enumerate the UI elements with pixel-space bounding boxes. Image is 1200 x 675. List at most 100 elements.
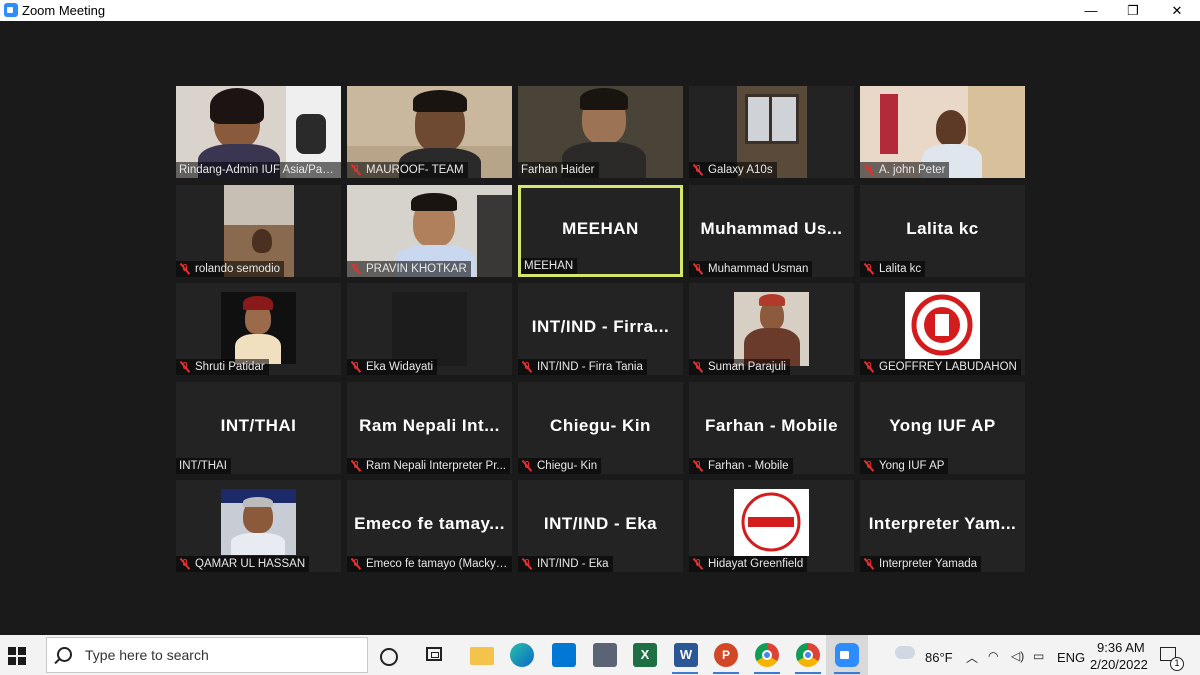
participant-tile[interactable]: Muhammad Us... Muhammad Usman — [689, 184, 854, 277]
muted-mic-icon — [692, 164, 704, 176]
chrome-profile-icon[interactable] — [796, 643, 820, 667]
video-feed — [392, 292, 467, 366]
weather-temperature[interactable]: 86°F — [925, 650, 953, 665]
search-icon — [57, 647, 72, 662]
participant-name-label: rolando semodio — [176, 260, 285, 277]
participant-tile[interactable]: GEOFFREY LABUDAHON — [860, 283, 1025, 375]
word-icon[interactable]: W — [674, 643, 698, 667]
participant-tile[interactable]: MAUROOF- TEAM — [347, 86, 512, 178]
participant-tile[interactable]: Farhan Haider — [518, 86, 683, 178]
participant-name-label: Hidayat Greenfield — [689, 556, 808, 572]
volume-icon[interactable]: ◁) — [1011, 649, 1024, 663]
participant-display-name: INT/IND - Eka — [543, 514, 658, 533]
participant-name-label: Farhan - Mobile — [689, 457, 793, 474]
participant-name-label: Interpreter Yamada — [860, 556, 982, 572]
participant-tile[interactable]: A. john Peter — [860, 86, 1025, 178]
window-title: Zoom Meeting — [22, 3, 106, 18]
muted-mic-icon — [179, 263, 191, 275]
excel-icon[interactable]: X — [633, 643, 657, 667]
participant-name-label: GEOFFREY LABUDAHON — [860, 359, 1021, 375]
task-view-icon[interactable] — [426, 647, 442, 661]
participant-name-label: INT/IND - Eka — [518, 556, 613, 572]
participant-name-label: QAMAR UL HASSAN — [176, 556, 310, 572]
participant-display-name: Chiegu- Kin — [550, 415, 651, 435]
muted-mic-icon — [350, 361, 362, 373]
participant-name-label: Eka Widayati — [347, 359, 438, 375]
participant-name-label: Chiegu- Kin — [518, 457, 602, 474]
profile-photo — [221, 489, 296, 555]
muted-mic-icon — [350, 558, 362, 570]
participant-name-label: Galaxy A10s — [689, 162, 777, 178]
muted-mic-icon — [692, 460, 704, 472]
participant-tile[interactable]: Galaxy A10s — [689, 86, 854, 178]
close-button[interactable]: ✕ — [1154, 0, 1200, 21]
participant-tile[interactable]: Suman Parajuli — [689, 283, 854, 375]
muted-mic-icon — [179, 558, 191, 570]
participant-tile[interactable]: Shruti Patidar — [176, 283, 341, 375]
participant-tile[interactable]: rolando semodio — [176, 184, 341, 277]
chevron-up-icon[interactable]: ︿ — [966, 649, 978, 666]
muted-mic-icon — [863, 361, 875, 373]
participant-tile[interactable]: Interpreter Yam... Interpreter Yamada — [860, 480, 1025, 572]
muted-mic-icon — [863, 558, 875, 570]
windows-taskbar: X W P 86°F ︿ ◠ ◁) ▭ ENG 9:36 AM 2/20/202… — [0, 635, 1200, 675]
participant-tile[interactable]: Rindang-Admin IUF Asia/Pac... — [176, 86, 341, 178]
start-button[interactable] — [8, 647, 26, 665]
clock-date[interactable]: 2/20/2022 — [1090, 657, 1148, 672]
participant-name-label: A. john Peter — [860, 162, 950, 178]
muted-mic-icon — [521, 361, 533, 373]
zoom-running-indicator — [834, 672, 860, 674]
participant-name-label: Emeco fe tamayo (Macky)... — [347, 556, 512, 572]
participant-display-name: Interpreter Yam... — [868, 514, 1017, 533]
participant-tile[interactable]: Emeco fe tamay... Emeco fe tamayo (Macky… — [347, 480, 512, 572]
participant-tile[interactable]: QAMAR UL HASSAN — [176, 480, 341, 572]
word-running-indicator — [672, 672, 698, 674]
profile-photo — [221, 292, 296, 364]
language-indicator[interactable]: ENG — [1057, 650, 1085, 665]
chrome-icon[interactable] — [755, 643, 779, 667]
participant-tile[interactable]: PRAVIN KHOTKAR — [347, 184, 512, 277]
participant-gallery: Rindang-Admin IUF Asia/Pac... MAUROOF- T… — [176, 86, 1025, 572]
participant-name-label: PRAVIN KHOTKAR — [347, 260, 471, 277]
muted-mic-icon — [863, 164, 875, 176]
participant-name-label: Ram Nepali Interpreter Pr... — [347, 457, 510, 474]
participant-tile[interactable]: INT/THAI INT/THAI — [176, 381, 341, 474]
clock-time[interactable]: 9:36 AM — [1097, 640, 1145, 655]
weather-icon[interactable] — [895, 642, 915, 659]
participant-tile[interactable]: Eka Widayati — [347, 283, 512, 375]
wifi-icon[interactable]: ◠ — [988, 649, 998, 663]
maximize-button[interactable]: ❐ — [1110, 0, 1156, 21]
microsoft-store-icon[interactable] — [552, 643, 576, 667]
participant-tile[interactable]: Chiegu- Kin Chiegu- Kin — [518, 381, 683, 474]
muted-mic-icon — [521, 558, 533, 570]
title-bar: Zoom Meeting — ❐ ✕ — [0, 0, 1200, 21]
taskbar-search[interactable] — [46, 637, 368, 673]
participant-name-label: INT/IND - Firra Tania — [518, 359, 647, 375]
participant-display-name: Lalita kc — [906, 218, 979, 238]
participant-tile[interactable]: Farhan - Mobile Farhan - Mobile — [689, 381, 854, 474]
file-explorer-icon[interactable] — [470, 647, 494, 665]
participant-name-label: Shruti Patidar — [176, 359, 269, 375]
participant-display-name: INT/IND - Firra... — [531, 317, 670, 336]
muted-mic-icon — [350, 263, 362, 275]
participant-name-label: Suman Parajuli — [689, 359, 790, 375]
participant-tile[interactable]: INT/IND - Firra... INT/IND - Firra Tania — [518, 283, 683, 375]
minimize-button[interactable]: — — [1068, 0, 1114, 21]
participant-tile[interactable]: Lalita kc Lalita kc — [860, 184, 1025, 277]
participant-tile[interactable]: Yong IUF AP Yong IUF AP — [860, 381, 1025, 474]
search-input[interactable] — [83, 646, 357, 664]
participant-tile-active-speaker[interactable]: MEEHAN MEEHAN — [518, 184, 683, 277]
participant-tile[interactable]: Ram Nepali Int... Ram Nepali Interpreter… — [347, 381, 512, 474]
powerpoint-icon[interactable]: P — [714, 643, 738, 667]
cortana-icon[interactable] — [380, 648, 398, 666]
participant-display-name: Ram Nepali Int... — [359, 415, 500, 435]
edge-icon[interactable] — [510, 643, 534, 667]
muted-mic-icon — [863, 263, 875, 275]
muted-mic-icon — [350, 460, 362, 472]
participant-tile[interactable]: INT/IND - Eka INT/IND - Eka — [518, 480, 683, 572]
zoom-icon[interactable] — [835, 643, 859, 667]
battery-icon[interactable]: ▭ — [1033, 649, 1044, 663]
calculator-icon[interactable] — [593, 643, 617, 667]
participant-tile[interactable]: Hidayat Greenfield — [689, 480, 854, 572]
chrome-running-indicator — [754, 672, 780, 674]
